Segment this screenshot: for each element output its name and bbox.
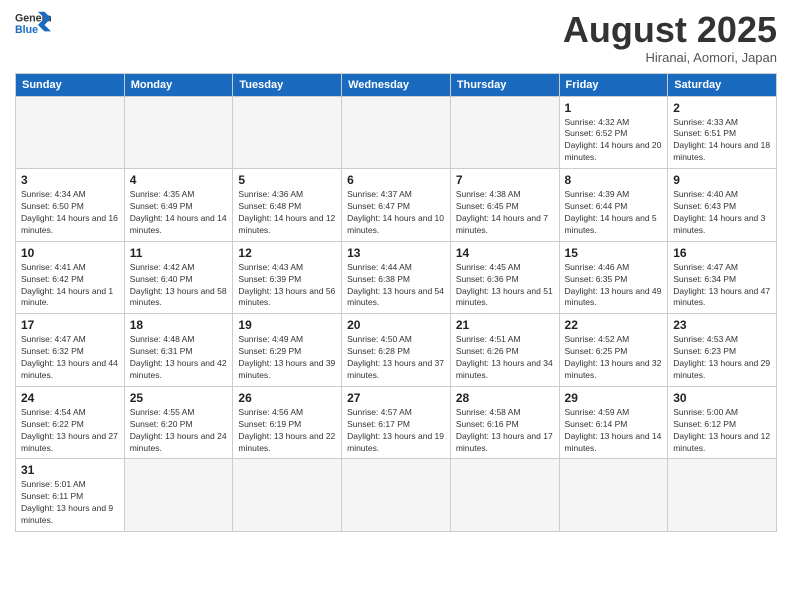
day-14: 14 Sunrise: 4:45 AMSunset: 6:36 PMDaylig… [450,241,559,314]
empty-cell [233,459,342,532]
day-5: 5 Sunrise: 4:36 AMSunset: 6:48 PMDayligh… [233,169,342,242]
generalblue-logo-icon: General Blue [15,10,51,38]
header-saturday: Saturday [668,73,777,96]
day-19: 19 Sunrise: 4:49 AMSunset: 6:29 PMDaylig… [233,314,342,387]
calendar-row-4: 17 Sunrise: 4:47 AMSunset: 6:32 PMDaylig… [16,314,777,387]
day-27: 27 Sunrise: 4:57 AMSunset: 6:17 PMDaylig… [342,386,451,459]
empty-cell [668,459,777,532]
day-11: 11 Sunrise: 4:42 AMSunset: 6:40 PMDaylig… [124,241,233,314]
day-26: 26 Sunrise: 4:56 AMSunset: 6:19 PMDaylig… [233,386,342,459]
calendar-table: Sunday Monday Tuesday Wednesday Thursday… [15,73,777,532]
empty-cell [342,459,451,532]
day-20: 20 Sunrise: 4:50 AMSunset: 6:28 PMDaylig… [342,314,451,387]
day-25: 25 Sunrise: 4:55 AMSunset: 6:20 PMDaylig… [124,386,233,459]
day-22: 22 Sunrise: 4:52 AMSunset: 6:25 PMDaylig… [559,314,668,387]
empty-cell [342,96,451,169]
empty-cell [450,459,559,532]
empty-cell [559,459,668,532]
day-18: 18 Sunrise: 4:48 AMSunset: 6:31 PMDaylig… [124,314,233,387]
header-friday: Friday [559,73,668,96]
calendar-row-3: 10 Sunrise: 4:41 AMSunset: 6:42 PMDaylig… [16,241,777,314]
day-info-1: Sunrise: 4:32 AM Sunset: 6:52 PM Dayligh… [565,117,663,165]
day-8: 8 Sunrise: 4:39 AMSunset: 6:44 PMDayligh… [559,169,668,242]
header-thursday: Thursday [450,73,559,96]
title-block: August 2025 Hiranai, Aomori, Japan [563,10,777,65]
day-number-2: 2 [673,101,771,115]
header-wednesday: Wednesday [342,73,451,96]
day-21: 21 Sunrise: 4:51 AMSunset: 6:26 PMDaylig… [450,314,559,387]
day-13: 13 Sunrise: 4:44 AMSunset: 6:38 PMDaylig… [342,241,451,314]
calendar-row-5: 24 Sunrise: 4:54 AMSunset: 6:22 PMDaylig… [16,386,777,459]
empty-cell [233,96,342,169]
day-9: 9 Sunrise: 4:40 AMSunset: 6:43 PMDayligh… [668,169,777,242]
calendar-row-6: 31 Sunrise: 5:01 AMSunset: 6:11 PMDaylig… [16,459,777,532]
day-6: 6 Sunrise: 4:37 AMSunset: 6:47 PMDayligh… [342,169,451,242]
day-10: 10 Sunrise: 4:41 AMSunset: 6:42 PMDaylig… [16,241,125,314]
day-info-2: Sunrise: 4:33 AM Sunset: 6:51 PM Dayligh… [673,117,771,165]
page: General Blue August 2025 Hiranai, Aomori… [0,0,792,612]
day-24: 24 Sunrise: 4:54 AMSunset: 6:22 PMDaylig… [16,386,125,459]
label-daylight: Daylight: [565,140,600,150]
empty-cell [450,96,559,169]
empty-cell [16,96,125,169]
header-sunday: Sunday [16,73,125,96]
label-sunrise: Sunrise: [565,117,599,127]
day-7: 7 Sunrise: 4:38 AMSunset: 6:45 PMDayligh… [450,169,559,242]
empty-cell [124,459,233,532]
day-28: 28 Sunrise: 4:58 AMSunset: 6:16 PMDaylig… [450,386,559,459]
day-29: 29 Sunrise: 4:59 AMSunset: 6:14 PMDaylig… [559,386,668,459]
logo: General Blue [15,10,51,38]
header-tuesday: Tuesday [233,73,342,96]
calendar-row-2: 3 Sunrise: 4:34 AMSunset: 6:50 PMDayligh… [16,169,777,242]
day-23: 23 Sunrise: 4:53 AMSunset: 6:23 PMDaylig… [668,314,777,387]
day-12: 12 Sunrise: 4:43 AMSunset: 6:39 PMDaylig… [233,241,342,314]
empty-cell [124,96,233,169]
day-3: 3 Sunrise: 4:34 AMSunset: 6:50 PMDayligh… [16,169,125,242]
day-2: 2 Sunrise: 4:33 AM Sunset: 6:51 PM Dayli… [668,96,777,169]
svg-text:Blue: Blue [15,24,38,36]
header: General Blue August 2025 Hiranai, Aomori… [15,10,777,65]
day-31: 31 Sunrise: 5:01 AMSunset: 6:11 PMDaylig… [16,459,125,532]
day-number-1: 1 [565,101,663,115]
day-30: 30 Sunrise: 5:00 AMSunset: 6:12 PMDaylig… [668,386,777,459]
day-15: 15 Sunrise: 4:46 AMSunset: 6:35 PMDaylig… [559,241,668,314]
month-title: August 2025 [563,10,777,50]
calendar-row-1: 1 Sunrise: 4:32 AM Sunset: 6:52 PM Dayli… [16,96,777,169]
day-4: 4 Sunrise: 4:35 AMSunset: 6:49 PMDayligh… [124,169,233,242]
header-monday: Monday [124,73,233,96]
label-sunset: Sunset: [565,128,596,138]
location: Hiranai, Aomori, Japan [563,50,777,65]
day-1: 1 Sunrise: 4:32 AM Sunset: 6:52 PM Dayli… [559,96,668,169]
weekday-header-row: Sunday Monday Tuesday Wednesday Thursday… [16,73,777,96]
day-16: 16 Sunrise: 4:47 AMSunset: 6:34 PMDaylig… [668,241,777,314]
day-17: 17 Sunrise: 4:47 AMSunset: 6:32 PMDaylig… [16,314,125,387]
